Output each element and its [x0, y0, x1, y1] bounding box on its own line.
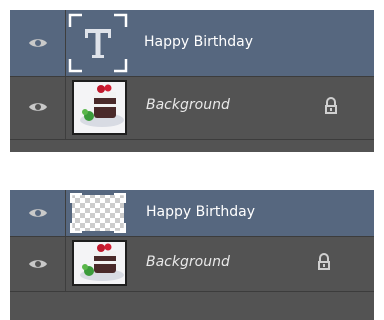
- layer-thumbnail-image: [72, 240, 127, 286]
- visibility-column: [10, 10, 66, 76]
- layer-name[interactable]: Happy Birthday: [144, 34, 253, 50]
- eye-icon[interactable]: [28, 100, 48, 114]
- layer-row-background[interactable]: Background: [10, 237, 374, 291]
- divider: [10, 139, 374, 140]
- lock-icon: [318, 253, 330, 270]
- layer-name[interactable]: Background: [146, 97, 230, 113]
- layers-panel-before: Happy Birthday Background: [10, 10, 374, 152]
- visibility-column: [10, 237, 66, 291]
- layer-row-background[interactable]: Background: [10, 77, 374, 139]
- transparent-thumbnail: [70, 193, 126, 233]
- layer-name[interactable]: Background: [146, 254, 230, 270]
- layer-name[interactable]: Happy Birthday: [146, 204, 255, 220]
- visibility-column: [10, 190, 66, 236]
- eye-icon[interactable]: [28, 36, 48, 50]
- lock-icon: [325, 97, 337, 114]
- visibility-column: [10, 77, 66, 139]
- eye-icon[interactable]: [28, 257, 48, 271]
- divider: [10, 291, 374, 292]
- layers-panel-after: Happy Birthday Background: [10, 190, 374, 320]
- layer-thumbnail-image: [72, 80, 127, 135]
- type-layer-icon: [68, 13, 128, 73]
- layer-row-happy-birthday[interactable]: Happy Birthday: [10, 190, 374, 236]
- layer-row-happy-birthday[interactable]: Happy Birthday: [10, 10, 374, 76]
- eye-icon[interactable]: [28, 206, 48, 220]
